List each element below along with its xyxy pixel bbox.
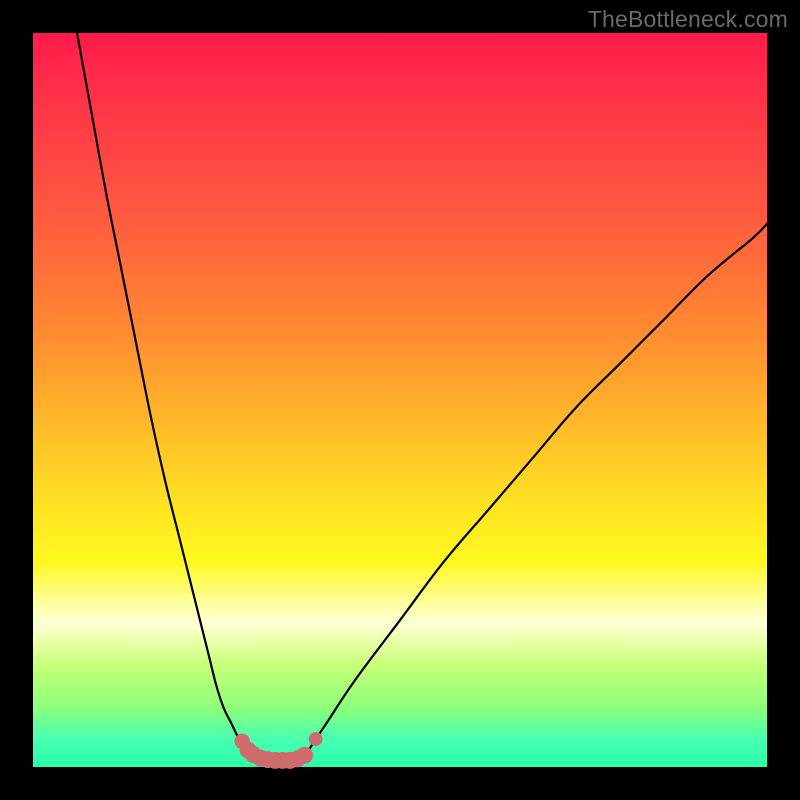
valley-markers [234, 732, 322, 769]
chart-frame: TheBottleneck.com [0, 0, 800, 800]
valley-marker [296, 747, 313, 764]
bottleneck-curve [77, 33, 767, 761]
watermark-text: TheBottleneck.com [588, 6, 788, 33]
valley-marker [309, 732, 323, 746]
plot-area [33, 33, 767, 767]
curve-svg [33, 33, 767, 767]
